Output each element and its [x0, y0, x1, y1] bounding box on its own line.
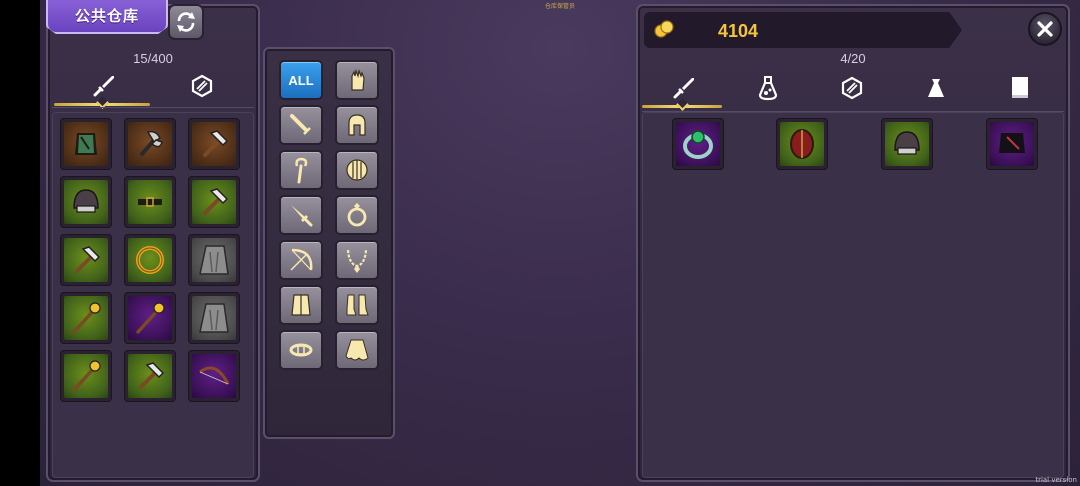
ring-icon [136, 246, 164, 274]
cloak-icon [199, 303, 229, 333]
trial-version-label: trial version [1035, 476, 1077, 484]
hammer-icon [75, 246, 101, 273]
filter-all-label: ALL [288, 72, 314, 88]
filter-belt-button[interactable] [279, 330, 323, 370]
shield-icon [346, 159, 368, 181]
filter-staff-button[interactable] [279, 150, 323, 190]
dark-armor-icon [999, 133, 1025, 153]
bag-item-slot[interactable] [986, 118, 1038, 170]
belt-icon [289, 343, 313, 357]
gold-coins-icon [654, 20, 674, 38]
storage-item-slot[interactable] [124, 234, 176, 286]
emerald-ring-icon [683, 130, 713, 159]
gold-amount: 4104 [718, 21, 759, 41]
dagger-icon [291, 205, 313, 227]
sword-icon [93, 76, 114, 97]
belt-icon [138, 197, 162, 207]
storage-title-ribbon: 公共仓库 [46, 0, 168, 34]
storage-item-slot[interactable] [124, 118, 176, 170]
filter-dagger-button[interactable] [279, 195, 323, 235]
tab-divider [642, 111, 1064, 112]
bow-icon [199, 366, 230, 385]
bag-tabs [642, 70, 1064, 111]
storage-item-slot[interactable] [124, 176, 176, 228]
bag-tab-materials[interactable] [894, 70, 978, 106]
gem-icon [191, 74, 213, 98]
cape-icon [345, 339, 369, 361]
storage-item-slot[interactable] [124, 292, 176, 344]
cloak-icon [199, 245, 229, 275]
storage-tabs [52, 68, 254, 109]
armor-icon [291, 294, 311, 316]
filter-bow-button[interactable] [279, 240, 323, 280]
hammer-icon [139, 362, 165, 389]
round-shield-icon [790, 129, 814, 159]
storage-item-slot[interactable] [60, 292, 112, 344]
axe-icon [140, 130, 163, 156]
filter-ring-button[interactable] [335, 195, 379, 235]
top-hint-text: 仓库保管员 [544, 3, 575, 10]
filter-sword-button[interactable] [279, 105, 323, 145]
close-icon [1037, 21, 1053, 37]
bag-tab-gems[interactable] [810, 70, 894, 106]
filter-helmet-button[interactable] [335, 105, 379, 145]
staff-icon [72, 302, 101, 334]
bag-panel: 4104 4/20 [636, 4, 1070, 482]
boots-icon [346, 294, 369, 316]
hammer-icon [203, 130, 229, 157]
helmet-icon [73, 189, 99, 213]
book-icon [1012, 77, 1028, 98]
bow-icon [290, 248, 313, 271]
close-button[interactable] [1028, 12, 1062, 46]
bag-tab-books[interactable] [978, 70, 1062, 106]
staff-icon [136, 302, 165, 334]
filter-gloves-button[interactable] [335, 60, 379, 100]
necklace-icon [346, 249, 368, 273]
refresh-icon [177, 12, 195, 32]
storage-item-slot[interactable] [188, 176, 240, 228]
storage-tab-gems[interactable] [154, 68, 250, 104]
gem-icon [841, 76, 863, 100]
potion-icon [758, 76, 778, 101]
helmet-icon [348, 114, 366, 136]
storage-item-slot[interactable] [188, 350, 240, 402]
category-filter-panel: ALL [263, 47, 395, 439]
storage-item-slot[interactable] [188, 118, 240, 170]
tab-divider [52, 107, 254, 108]
bag-icon [928, 79, 944, 97]
gold-bar [644, 12, 962, 48]
filter-shield-button[interactable] [335, 150, 379, 190]
storage-item-slot[interactable] [60, 234, 112, 286]
public-storage-panel: 15/400 [46, 4, 260, 482]
ring-icon [347, 203, 367, 227]
filter-necklace-button[interactable] [335, 240, 379, 280]
storage-capacity: 15/400 [133, 51, 173, 66]
sword-icon [673, 78, 694, 99]
filter-all-button[interactable]: ALL [279, 60, 323, 100]
bag-capacity: 4/20 [840, 51, 866, 66]
hammer-icon [203, 188, 229, 215]
glove-icon [351, 68, 365, 91]
helmet-icon [894, 131, 920, 155]
filter-armor-button[interactable] [279, 285, 323, 325]
sword-icon [290, 114, 311, 135]
refresh-button[interactable] [168, 4, 204, 40]
storage-item-slot[interactable] [60, 118, 112, 170]
bag-item-slot[interactable] [881, 118, 933, 170]
storage-item-slot[interactable] [124, 350, 176, 402]
bag-item-slot[interactable] [776, 118, 828, 170]
staff-icon [295, 157, 308, 184]
bag-tab-potions[interactable] [726, 70, 810, 106]
filter-cape-button[interactable] [335, 330, 379, 370]
storage-item-slot[interactable] [60, 176, 112, 228]
storage-item-slot[interactable] [188, 234, 240, 286]
bag-item-slot[interactable] [672, 118, 724, 170]
storage-item-slot[interactable] [60, 350, 112, 402]
storage-item-slot[interactable] [188, 292, 240, 344]
chest-armor-icon [75, 133, 97, 155]
staff-icon [72, 360, 101, 392]
filter-boots-button[interactable] [335, 285, 379, 325]
